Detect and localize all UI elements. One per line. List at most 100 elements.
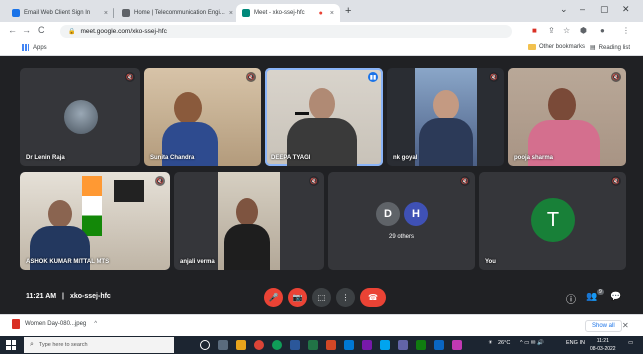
meet-call-area: 🔇 Dr Lenin Raja 🔇 Sunita Chandra ▮▮ DEEP… <box>0 56 643 314</box>
taskbar-clock[interactable]: 11:21 08-03-2022 <box>590 337 616 353</box>
url-text: meet.google.com/xko-ssej-hfc <box>80 28 167 35</box>
others-tile[interactable]: D H 29 others 🔇 <box>328 172 475 270</box>
participant-name: Sunita Chandra <box>150 155 195 161</box>
profile-icon[interactable]: ● <box>600 26 605 35</box>
share-icon[interactable]: ⇪ <box>548 26 555 35</box>
video-feed <box>309 88 335 120</box>
mail-icon[interactable] <box>344 340 354 350</box>
back-button[interactable]: ← <box>8 25 17 35</box>
minimize-button[interactable]: – <box>580 4 585 14</box>
participant-name: DEEPA TYAGI <box>271 155 311 161</box>
taskbar-search[interactable]: ⌕ Type here to search <box>24 337 174 353</box>
chrome-icon[interactable] <box>254 340 264 350</box>
video-feed <box>48 200 72 228</box>
reload-button[interactable]: C <box>38 25 45 35</box>
camera-in-use-icon[interactable]: ■ <box>532 26 537 35</box>
apps-grid-icon <box>22 44 29 51</box>
maximize-button[interactable]: ▢ <box>600 4 609 15</box>
other-bookmarks[interactable]: Other bookmarks <box>528 44 585 50</box>
leave-call-button[interactable]: ☎ <box>360 288 386 307</box>
folder-icon <box>528 44 536 50</box>
word-icon[interactable] <box>290 340 300 350</box>
extensions-icon[interactable]: ⬢ <box>580 26 587 35</box>
tab-meet[interactable]: Meet - xko-ssej-hfc ● × <box>236 4 340 22</box>
chat-icon[interactable]: 💬 <box>610 291 621 302</box>
chevron-up-icon[interactable]: ^ <box>94 321 97 327</box>
close-download-bar-icon[interactable]: ✕ <box>622 321 629 330</box>
app-icon[interactable] <box>452 340 462 350</box>
new-tab-button[interactable]: + <box>345 5 351 17</box>
participant-tile[interactable]: 🔇 nk goyal <box>387 68 504 166</box>
participant-name: nk goyal <box>393 155 418 161</box>
meeting-info-icon[interactable]: ⓘ <box>566 291 576 306</box>
app-icon[interactable] <box>416 340 426 350</box>
camera-toggle-button[interactable]: 📷 <box>288 288 307 307</box>
menu-kebab-icon[interactable]: ⋮ <box>622 26 630 35</box>
tab-telecom[interactable]: Home | Telecommunication Engi... × <box>116 4 234 22</box>
browser-toolbar: ← → C 🔒 meet.google.com/xko-ssej-hfc ■ ⇪… <box>0 22 643 41</box>
address-bar[interactable]: 🔒 meet.google.com/xko-ssej-hfc <box>60 25 512 38</box>
show-all-button[interactable]: Show all <box>585 320 622 332</box>
participant-tile[interactable]: 🔇 ASHOK KUMAR MITTAL MTS <box>20 172 170 270</box>
weather-icon[interactable]: ☀ <box>488 340 493 346</box>
people-count-badge: 9 <box>597 289 604 295</box>
participant-name: pooja sharma <box>514 155 554 161</box>
weather-temp[interactable]: 26°C <box>498 340 510 346</box>
present-now-button[interactable]: ⬚ <box>312 288 331 307</box>
more-options-button[interactable]: ⋮ <box>336 288 355 307</box>
mic-off-icon: 🔇 <box>155 176 165 186</box>
bookmark-star-icon[interactable]: ☆ <box>563 26 570 35</box>
close-tab-icon[interactable]: × <box>100 10 108 17</box>
participant-tile[interactable]: 🔇 pooja sharma <box>508 68 626 166</box>
meet-favicon-icon <box>242 9 250 17</box>
participant-photo-avatar <box>64 100 98 134</box>
search-icon: ⌕ <box>30 341 34 348</box>
app-icon[interactable] <box>362 340 372 350</box>
participant-tile[interactable]: 🔇 Dr Lenin Raja <box>20 68 140 166</box>
teams-icon[interactable] <box>398 340 408 350</box>
close-tab-icon[interactable]: × <box>225 10 233 17</box>
close-window-button[interactable]: ✕ <box>622 4 630 15</box>
cortana-icon[interactable] <box>200 340 210 350</box>
tab-search-icon[interactable]: ⌄ <box>560 4 568 15</box>
powerpoint-icon[interactable] <box>326 340 336 350</box>
mic-toggle-button[interactable]: 🎤 <box>264 288 283 307</box>
recording-dot-icon: ● <box>318 9 323 17</box>
app-icon[interactable] <box>434 340 444 350</box>
participant-tile-speaking[interactable]: ▮▮ DEEPA TYAGI <box>265 68 383 166</box>
lock-icon: 🔒 <box>68 29 76 35</box>
tab-email[interactable]: Email Web Client Sign In × <box>6 4 114 22</box>
edge-icon[interactable] <box>272 340 282 350</box>
excel-icon[interactable] <box>308 340 318 350</box>
email-favicon-icon <box>12 9 20 17</box>
participant-name: ASHOK KUMAR MITTAL MTS <box>26 259 110 265</box>
self-tile[interactable]: T 🔇 You <box>479 172 626 270</box>
participant-tile[interactable]: 🔇 anjali verma <box>174 172 324 270</box>
tab-title: Email Web Client Sign In <box>24 10 91 16</box>
video-feed <box>433 90 459 120</box>
download-item[interactable]: Women Day-080...jpeg ^ <box>12 319 97 329</box>
mic-off-icon: 🔇 <box>309 176 319 186</box>
speaking-indicator-icon: ▮▮ <box>368 72 378 82</box>
notification-icon[interactable]: ▭ <box>628 340 633 346</box>
tab-title: Meet - xko-ssej-hfc <box>254 10 305 16</box>
bookmarks-bar: Apps Other bookmarks ▤ Reading list <box>0 41 643 56</box>
browser-tab-strip: Email Web Client Sign In × Home | Teleco… <box>0 0 643 22</box>
people-icon[interactable]: 👥 <box>586 291 597 302</box>
meeting-details: 11:21 AM | xko-ssej-hfc <box>26 293 111 300</box>
apps-bookmark[interactable]: Apps <box>22 44 47 51</box>
file-explorer-icon[interactable] <box>236 340 246 350</box>
download-filename: Women Day-080...jpeg <box>25 321 87 327</box>
participant-tile[interactable]: 🔇 Sunita Chandra <box>144 68 261 166</box>
tray-icons[interactable]: ^ ▭ ✉ 🔊 <box>520 340 544 346</box>
forward-button[interactable]: → <box>22 25 31 35</box>
participant-name: Dr Lenin Raja <box>26 155 65 161</box>
mic-off-icon: 🔇 <box>489 72 499 82</box>
reading-list-icon: ▤ <box>590 45 596 51</box>
task-view-icon[interactable] <box>218 340 228 350</box>
reading-list[interactable]: ▤ Reading list <box>590 44 630 52</box>
windows-start-icon[interactable] <box>6 340 16 350</box>
close-tab-icon[interactable]: × <box>326 10 334 17</box>
store-icon[interactable] <box>380 340 390 350</box>
input-language[interactable]: ENG IN <box>566 340 585 346</box>
